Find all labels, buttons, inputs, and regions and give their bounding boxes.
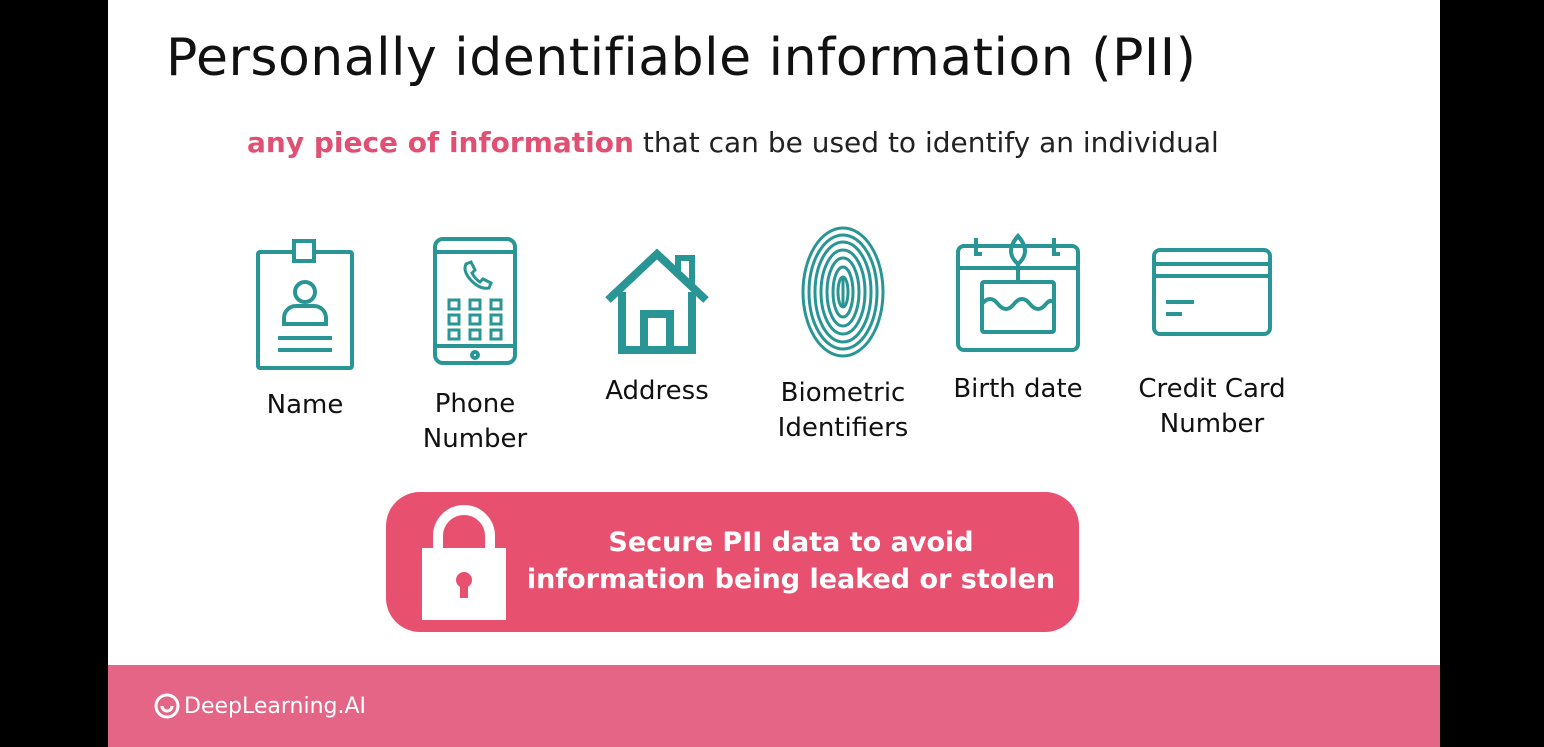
pii-item-birthdate: Birth date — [948, 232, 1088, 407]
pii-item-credit-card: Credit Card Number — [1128, 246, 1296, 442]
pii-item-name: Name — [245, 238, 365, 423]
subtitle-rest: that can be used to identify an individu… — [633, 126, 1219, 159]
address-label: Address — [605, 376, 709, 406]
name-label: Name — [266, 390, 344, 420]
phone-icon — [433, 237, 517, 365]
credit-card-label: Credit Card Number — [1138, 374, 1286, 439]
house-icon — [605, 248, 709, 354]
slide-title: Personally identifiable information (PII… — [166, 28, 1197, 88]
pii-item-biometric: Biometric Identifiers — [768, 224, 918, 446]
logo-text: DeepLearning.AI — [184, 693, 367, 719]
slide-subtitle: any piece of information that can be use… — [247, 126, 1219, 159]
subtitle-highlight: any piece of information — [247, 126, 634, 159]
deeplearning-logo-icon — [154, 693, 180, 719]
birthdate-label: Birth date — [953, 374, 1083, 404]
fingerprint-icon — [801, 226, 885, 358]
phone-label: Phone Number — [422, 389, 528, 454]
deeplearning-logo: DeepLearning.AI — [154, 693, 366, 719]
slide: Personally identifiable information (PII… — [108, 0, 1440, 747]
banner-text: Secure PII data to avoid information bei… — [526, 527, 1056, 595]
pii-item-address: Address — [592, 246, 722, 409]
biometric-label: Biometric Identifiers — [777, 378, 909, 443]
birthday-calendar-icon — [956, 232, 1080, 352]
id-badge-icon — [256, 239, 354, 370]
footer-bar: DeepLearning.AI — [108, 665, 1440, 747]
pii-item-phone: Phone Number — [415, 236, 535, 457]
credit-card-icon — [1152, 248, 1272, 336]
security-banner: Secure PII data to avoid information bei… — [386, 492, 1079, 632]
lock-icon — [422, 505, 506, 620]
